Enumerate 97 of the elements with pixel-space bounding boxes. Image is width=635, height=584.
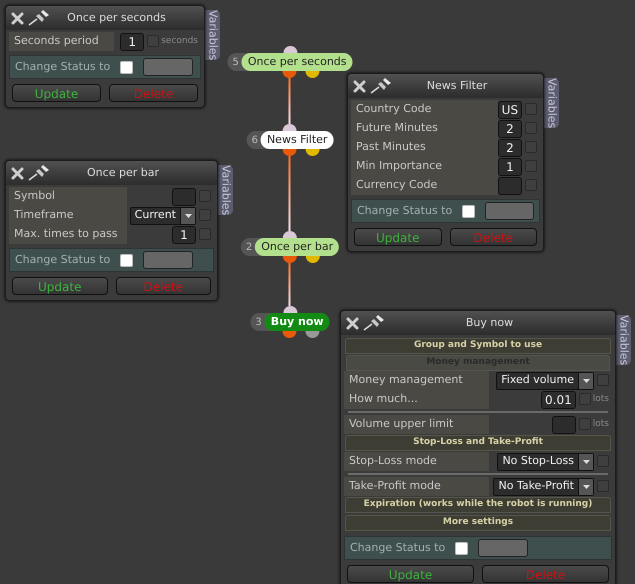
input-port-icon[interactable] [283,306,297,313]
node-label: News Filter [260,131,334,149]
input-field[interactable]: 1 [172,226,196,244]
input-field[interactable] [552,416,576,434]
close-icon[interactable] [346,316,359,330]
output-port-icon[interactable] [282,149,296,156]
input-port-icon[interactable] [283,124,297,131]
input-field[interactable]: 2 [498,138,522,156]
field-label: Currency Code [351,176,498,195]
pushpin-icon[interactable] [28,165,50,181]
input-field[interactable]: 1 [120,32,144,50]
status-checkbox[interactable] [455,542,468,554]
output-port-icon[interactable] [306,71,320,78]
unit-label: lots [592,392,609,406]
node-label: Once per bar [255,238,340,256]
field-label: Timeframe [9,206,127,225]
pushpin-icon[interactable] [363,315,385,331]
status-label: Change Status to [357,202,452,219]
status-field[interactable] [478,539,528,557]
dropdown[interactable]: No Stop-Loss [497,452,594,470]
status-field[interactable] [143,58,194,76]
panel-title: Once per seconds [66,10,167,26]
connector-line [288,76,290,124]
field-label: Take-Profit mode [344,477,489,496]
status-field[interactable] [484,202,534,220]
dropdown[interactable]: Fixed volume [496,372,594,390]
section-header[interactable]: More settings [345,515,611,531]
dropdown[interactable]: No Take-Profit [493,478,594,496]
unit-label: lots [592,418,609,431]
input-field[interactable]: 1 [498,158,522,176]
node-label: Buy now [264,313,330,331]
section-header[interactable]: Expiration (works while the robot is running) [345,497,611,513]
status-field[interactable] [143,251,194,269]
field-label: Money management [344,371,489,390]
output-port-icon[interactable] [282,331,296,338]
field-label: Seconds period [9,32,114,51]
variables-tab[interactable]: Variables [204,10,220,60]
status-checkbox[interactable] [120,60,134,74]
flow-node[interactable]: 5 Once per seconds [227,53,353,71]
node-number: 5 [231,56,240,70]
status-checkbox[interactable] [462,204,475,218]
field-label: Past Minutes [351,138,498,157]
close-icon[interactable] [11,12,24,24]
close-icon[interactable] [11,166,24,180]
panel-title: Once per bar [86,164,160,181]
output-port-icon[interactable] [282,71,296,78]
input-port-icon[interactable] [283,231,297,238]
flow-node[interactable]: 3 Buy now [250,313,330,331]
status-label: Change Status to [350,540,446,556]
section-header[interactable]: Group and Symbol to use [345,338,611,354]
update-button[interactable]: Update [12,277,108,295]
status-label: Change Status to [15,252,110,268]
input-field[interactable]: 0.01 [541,390,576,408]
node-label: Once per seconds [242,53,353,71]
field-label: Future Minutes [351,119,498,138]
pushpin-icon[interactable] [28,10,50,26]
caret-icon [180,208,195,224]
connector-line [288,261,290,306]
node-number: 3 [254,316,263,330]
variables-tab[interactable]: Variables [217,165,233,216]
section-header[interactable]: Stop-Loss and Take-Profit [345,435,611,451]
update-button[interactable]: Update [354,228,442,246]
field-label: Max. times to pass [9,225,127,244]
caret-icon [578,478,593,494]
panel-title: Buy now [464,314,514,331]
input-field[interactable]: US [498,100,522,118]
field-label: Stop-Loss mode [344,452,489,471]
variables-tab[interactable]: Variables [615,315,631,366]
input-field[interactable]: 2 [498,120,522,138]
close-icon[interactable] [353,80,366,92]
field-label: Country Code [351,100,498,119]
variables-tab[interactable]: Variables [543,78,559,128]
node-number: 6 [250,134,259,148]
status-checkbox[interactable] [120,254,134,266]
field-label: Symbol [9,187,127,206]
input-field[interactable] [172,188,196,206]
update-button[interactable]: Update [347,565,474,583]
pushpin-icon[interactable] [370,78,392,94]
caret-icon [578,372,593,388]
input-port-icon[interactable] [283,46,297,53]
update-button[interactable]: Update [12,84,101,102]
panel-title: News Filter [426,78,488,94]
field-label: How much... [344,390,489,409]
field-label: Min Importance [351,157,498,176]
status-label: Change Status to [15,58,110,75]
flow-node[interactable]: 6 News Filter [246,131,334,149]
output-port-icon[interactable] [306,149,320,156]
unit-label: seconds [161,34,198,48]
output-port-icon[interactable] [306,256,320,263]
output-port-icon[interactable] [306,331,320,338]
caret-icon [578,454,593,470]
input-field[interactable] [498,176,522,194]
flow-node[interactable]: 2 Once per bar [240,238,340,256]
field-label: Volume upper limit [344,415,489,434]
dropdown[interactable]: Current [130,206,196,224]
output-port-icon[interactable] [282,256,296,263]
node-number: 2 [244,240,254,254]
